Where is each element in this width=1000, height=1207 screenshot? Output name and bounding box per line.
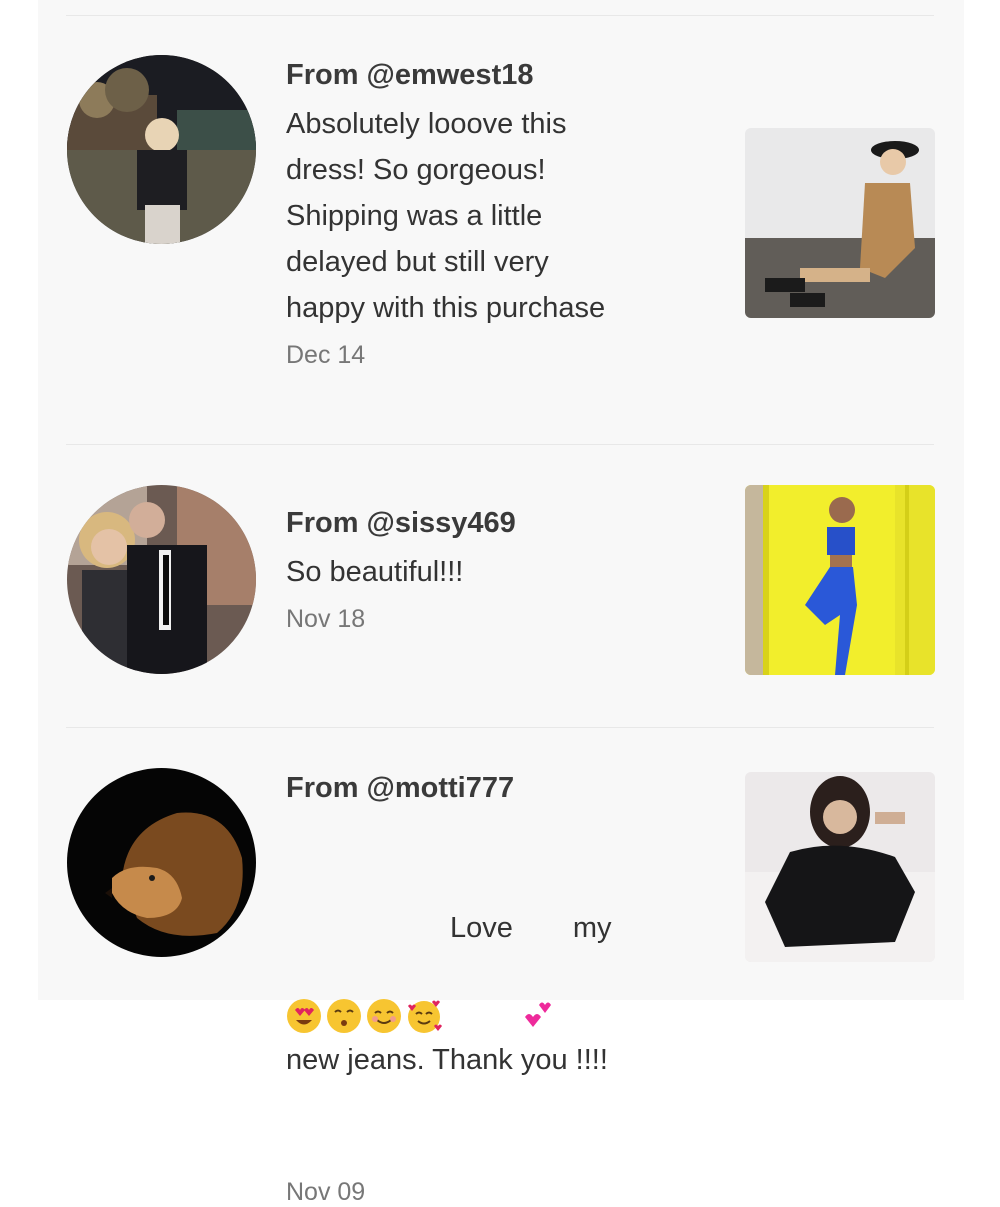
- divider: [66, 727, 934, 728]
- avatar[interactable]: [67, 485, 256, 674]
- avatar-image-sissy469: [67, 485, 256, 674]
- review-date: Dec 14: [286, 341, 366, 369]
- divider: [66, 15, 934, 16]
- kissing-emoji: [326, 910, 362, 1033]
- avatar-image-emwest18: [67, 55, 256, 244]
- heart-eyes-emoji: [286, 910, 322, 1033]
- review-content: From @emwest18 Absolutely looove this dr…: [286, 57, 706, 370]
- review-text-love: Love: [450, 912, 513, 944]
- review-photo[interactable]: [745, 128, 935, 318]
- smiling-hearts-emoji: [406, 910, 442, 1033]
- review-text: Absolutely looove this dress! So gorgeou…: [286, 108, 606, 324]
- review-text-my: my: [572, 912, 612, 944]
- avatar-image-motti777: [67, 768, 256, 957]
- review-date: Nov 18: [286, 605, 366, 633]
- review-text: Love my new jeans. Thank you !!!!: [286, 818, 706, 1170]
- review-text-line-2: new jeans. Thank you !!!!: [286, 1044, 608, 1076]
- review-text-line: Love my: [286, 906, 706, 1033]
- review-photo-image: [745, 485, 935, 675]
- review-content: From @motti777 Love my new jeans. Thank …: [286, 770, 706, 1207]
- review-photo[interactable]: [745, 772, 935, 962]
- review-photo-image: [745, 128, 935, 318]
- review-content: From @sissy469 So beautiful!!! Nov 18: [286, 505, 706, 634]
- avatar[interactable]: [67, 768, 256, 957]
- smiling-emoji: [366, 910, 402, 1033]
- review-photo[interactable]: [745, 485, 935, 675]
- review-photo-image: [745, 772, 935, 962]
- two-hearts-emoji: [521, 911, 555, 1027]
- review-date: Nov 09: [286, 1178, 366, 1206]
- review-author[interactable]: From @sissy469: [286, 505, 706, 541]
- divider: [66, 444, 934, 445]
- avatar[interactable]: [67, 55, 256, 244]
- review-text: So beautiful!!!: [286, 556, 464, 588]
- review-author[interactable]: From @motti777: [286, 770, 706, 806]
- review-author[interactable]: From @emwest18: [286, 57, 706, 93]
